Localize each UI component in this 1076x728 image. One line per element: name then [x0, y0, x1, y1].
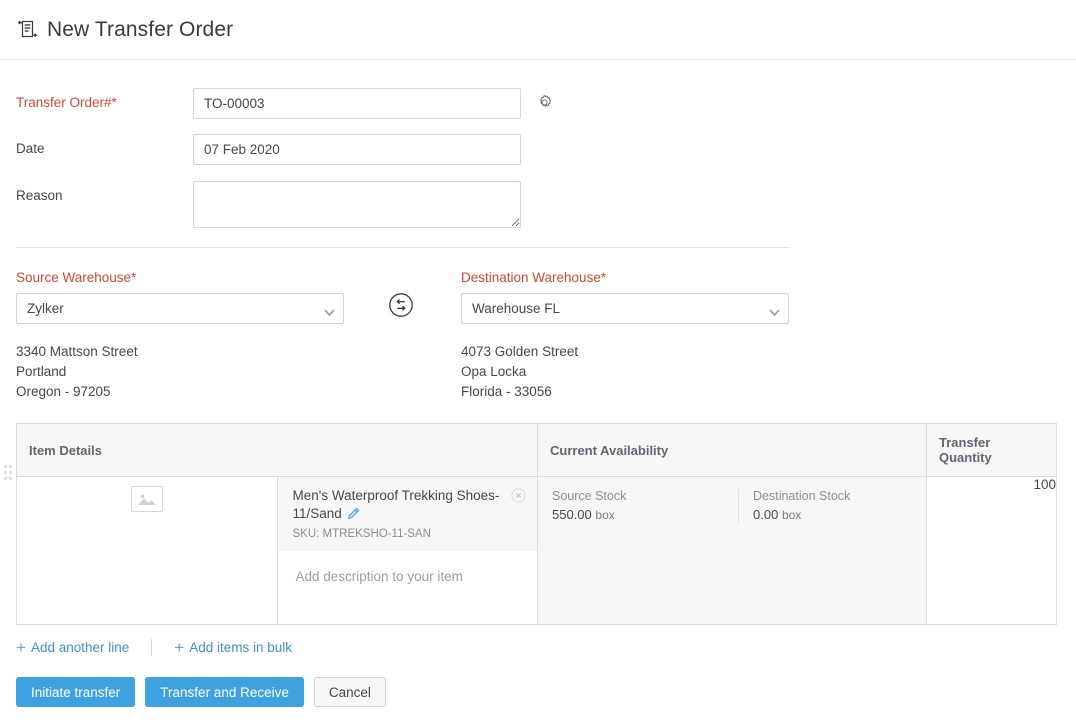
- items-table: Item Details Current Availability Transf…: [16, 423, 1057, 625]
- item-head: Men's Waterproof Trekking Shoes-11/Sand …: [278, 477, 538, 550]
- item-sku: SKU: MTREKSHO-11-SAN: [293, 528, 526, 540]
- source-warehouse-address: 3340 Mattson Street Portland Oregon - 97…: [16, 342, 344, 402]
- item-name: Men's Waterproof Trekking Shoes-11/Sand: [293, 488, 500, 521]
- image-placeholder-icon: [131, 486, 163, 512]
- add-another-line-button[interactable]: + Add another line: [16, 639, 129, 656]
- items-table-header-row: Item Details Current Availability Transf…: [17, 424, 1057, 477]
- source-stock-unit: box: [595, 508, 614, 522]
- reason-textarea[interactable]: [193, 181, 521, 228]
- warehouse-section: Source Warehouse* Zylker 3340 Mattson St…: [0, 248, 1076, 402]
- destination-warehouse-address: 4073 Golden Street Opa Locka Florida - 3…: [461, 342, 789, 402]
- availability-inner: Source Stock 550.00 box Destination Stoc…: [538, 477, 926, 523]
- field-row-transfer-order: Transfer Order#*: [16, 88, 1076, 119]
- transfer-order-form: Transfer Order#* Date Reason: [0, 60, 1076, 228]
- add-items-in-bulk-button[interactable]: + Add items in bulk: [174, 639, 292, 656]
- add-links-separator: [151, 639, 152, 656]
- date-input[interactable]: [193, 134, 521, 165]
- add-items-in-bulk-label: Add items in bulk: [189, 640, 292, 655]
- destination-stock-unit: box: [782, 508, 801, 522]
- destination-stock-number: 0.00: [753, 507, 778, 522]
- reason-label: Reason: [16, 181, 193, 203]
- destination-address-line1: 4073 Golden Street: [461, 342, 789, 362]
- source-stock-label: Source Stock: [552, 489, 724, 503]
- initiate-transfer-button[interactable]: Initiate transfer: [16, 677, 135, 707]
- item-thumbnail-cell: [17, 477, 278, 625]
- destination-warehouse-select[interactable]: Warehouse FL: [461, 293, 789, 324]
- add-links-row: + Add another line + Add items in bulk: [16, 639, 1076, 656]
- destination-warehouse-selected-value: Warehouse FL: [472, 301, 560, 316]
- transfer-order-label: Transfer Order#*: [16, 88, 193, 110]
- source-address-line3: Oregon - 97205: [16, 382, 344, 402]
- source-warehouse-block: Source Warehouse* Zylker 3340 Mattson St…: [16, 270, 344, 402]
- destination-address-line3: Florida - 33056: [461, 382, 789, 402]
- source-address-line2: Portland: [16, 362, 344, 382]
- page-title: New Transfer Order: [47, 18, 233, 42]
- source-stock-block: Source Stock 550.00 box: [538, 489, 738, 523]
- source-stock-value: 550.00 box: [552, 507, 724, 522]
- plus-icon: +: [174, 639, 184, 656]
- destination-warehouse-label: Destination Warehouse*: [461, 270, 789, 285]
- cancel-button[interactable]: Cancel: [314, 677, 386, 707]
- column-header-transfer-quantity: Transfer Quantity: [927, 424, 1057, 477]
- remove-line-item-icon[interactable]: [511, 488, 526, 508]
- column-header-item-details: Item Details: [17, 424, 538, 477]
- destination-stock-label: Destination Stock: [753, 489, 850, 503]
- date-label: Date: [16, 134, 193, 156]
- swap-warehouses-icon[interactable]: [388, 292, 414, 318]
- source-warehouse-select-wrap: Zylker: [16, 293, 344, 324]
- table-row: Men's Waterproof Trekking Shoes-11/Sand …: [17, 477, 1057, 625]
- column-header-current-availability: Current Availability: [538, 424, 927, 477]
- transfer-and-receive-button[interactable]: Transfer and Receive: [145, 677, 304, 707]
- destination-stock-block: Destination Stock 0.00 box: [738, 489, 864, 523]
- row-drag-handle[interactable]: [4, 465, 11, 480]
- item-description-placeholder[interactable]: Add description to your item: [278, 550, 538, 624]
- items-table-wrap: Item Details Current Availability Transf…: [16, 423, 1056, 625]
- current-availability-cell: Source Stock 550.00 box Destination Stoc…: [538, 477, 927, 625]
- edit-pencil-icon[interactable]: [347, 507, 360, 525]
- destination-stock-value: 0.00 box: [753, 507, 850, 522]
- destination-address-line2: Opa Locka: [461, 362, 789, 382]
- transfer-quantity-cell[interactable]: 100: [927, 477, 1057, 625]
- footer-actions: Initiate transfer Transfer and Receive C…: [16, 677, 1076, 707]
- item-details-cell: Men's Waterproof Trekking Shoes-11/Sand …: [277, 477, 538, 625]
- source-stock-number: 550.00: [552, 507, 592, 522]
- transfer-order-input[interactable]: [193, 88, 521, 119]
- plus-icon: +: [16, 639, 26, 656]
- item-main: Men's Waterproof Trekking Shoes-11/Sand …: [278, 477, 538, 624]
- field-row-reason: Reason: [16, 181, 1076, 228]
- source-warehouse-select[interactable]: Zylker: [16, 293, 344, 324]
- source-address-line1: 3340 Mattson Street: [16, 342, 344, 362]
- transfer-document-icon: [16, 19, 38, 41]
- page-header: New Transfer Order: [0, 0, 1076, 60]
- gear-icon[interactable]: [535, 93, 553, 111]
- source-warehouse-label: Source Warehouse*: [16, 270, 344, 285]
- add-another-line-label: Add another line: [31, 640, 129, 655]
- destination-warehouse-block: Destination Warehouse* Warehouse FL 4073…: [461, 270, 789, 402]
- source-warehouse-selected-value: Zylker: [27, 301, 64, 316]
- field-row-date: Date: [16, 134, 1076, 165]
- destination-warehouse-select-wrap: Warehouse FL: [461, 293, 789, 324]
